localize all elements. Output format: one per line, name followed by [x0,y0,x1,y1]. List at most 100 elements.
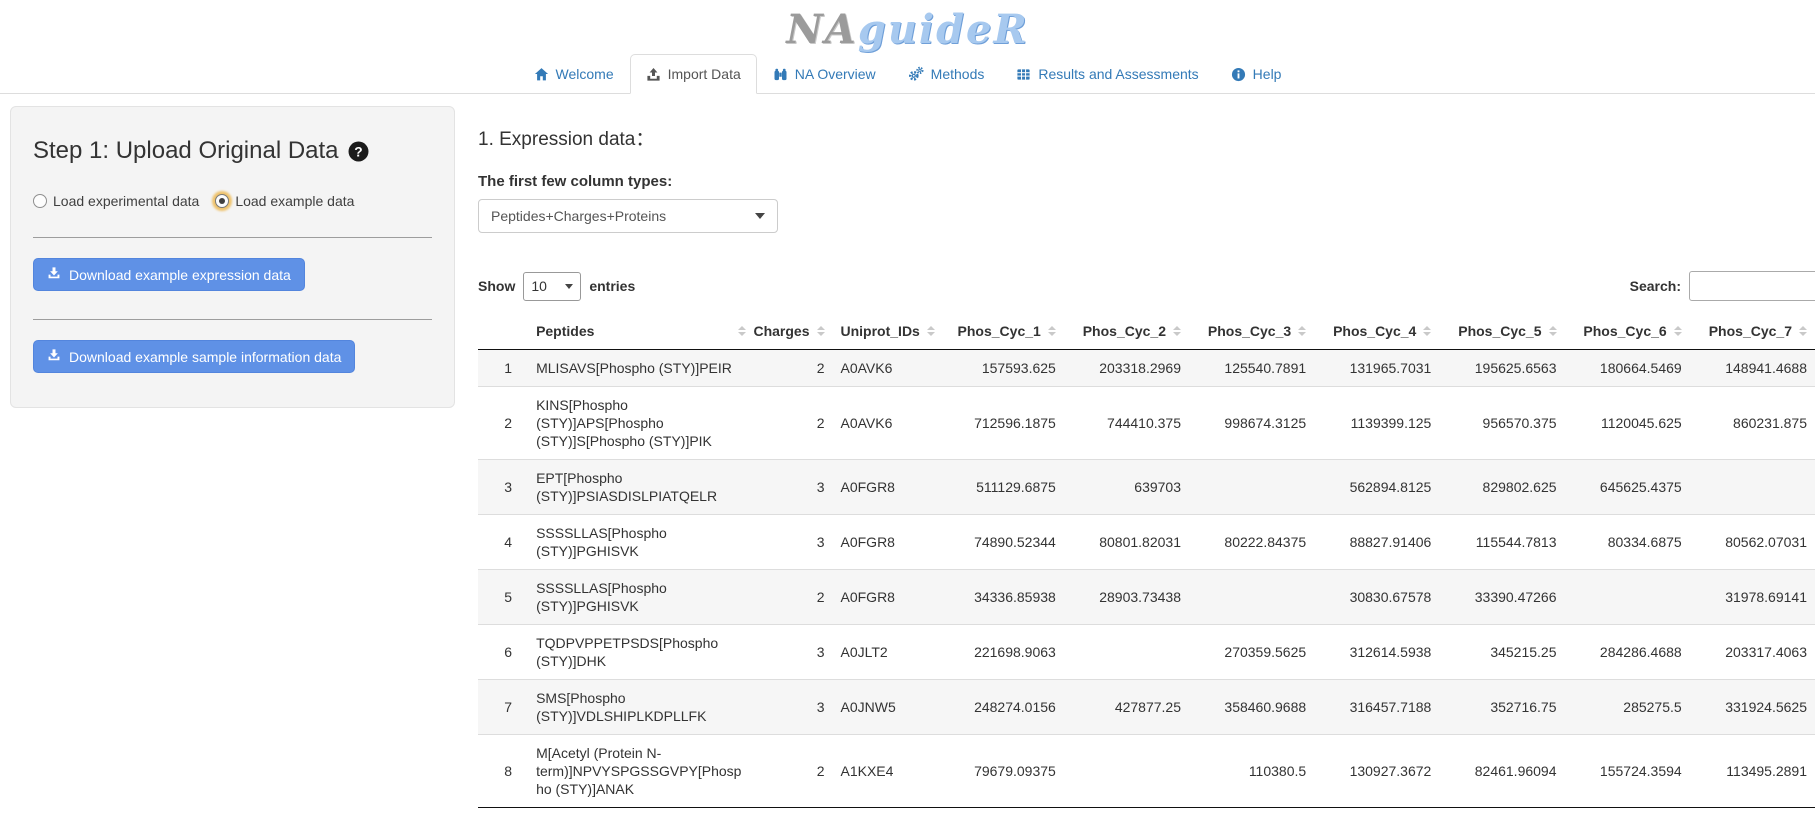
caret-down-icon [755,213,765,219]
sort-icon [817,326,825,336]
row-index: 3 [478,460,528,515]
search-input[interactable] [1689,271,1815,301]
data-source-radio-group: Load experimental data Load example data [33,193,432,209]
column-types-select[interactable]: Peptides+Charges+Proteins [478,199,778,233]
row-index: 7 [478,680,528,735]
table-cell: 712596.1875 [939,387,1064,460]
question-circle-icon[interactable]: ? [348,141,369,162]
table-cell: A0AVK6 [833,350,939,387]
home-icon [534,67,549,82]
row-index: 8 [478,735,528,808]
table-cell: A0FGR8 [833,515,939,570]
sort-icon [1799,326,1807,336]
main-nav: Welcome Import Data NA Overview Methods … [0,54,1815,94]
table-cell: 998674.3125 [1189,387,1314,460]
table-cell: 33390.47266 [1439,570,1564,625]
column-header-phos_cyc_5[interactable]: Phos_Cyc_5 [1439,313,1564,350]
column-header-label: Phos_Cyc_6 [1583,323,1666,339]
divider [33,237,432,238]
table-cell: 2 [754,735,832,808]
table-cell: 195625.6563 [1439,350,1564,387]
table-cell [1690,460,1815,515]
download-icon [47,348,61,365]
table-cell: 3 [754,515,832,570]
download-expression-button[interactable]: Download example expression data [33,258,305,291]
row-index: 2 [478,387,528,460]
download-sample-info-button[interactable]: Download example sample information data [33,340,355,373]
table-cell: 131965.7031 [1314,350,1439,387]
download-icon [47,266,61,283]
tab-methods[interactable]: Methods [892,54,1001,94]
column-header-phos_cyc_1[interactable]: Phos_Cyc_1 [939,313,1064,350]
table-cell: 358460.9688 [1189,680,1314,735]
table-cell: 125540.7891 [1189,350,1314,387]
table-cell: A0JNW5 [833,680,939,735]
radio-load-experimental[interactable]: Load experimental data [33,193,199,209]
table-row: 6TQDPVPPETPSDS[Phospho (STY)]DHK3A0JLT22… [478,625,1815,680]
sort-icon [1549,326,1557,336]
table-cell: A0JLT2 [833,625,939,680]
table-cell: 30830.67578 [1314,570,1439,625]
column-header-phos_cyc_6[interactable]: Phos_Cyc_6 [1565,313,1690,350]
show-label: Show [478,278,515,294]
table-cell: KINS[Phospho (STY)]APS[Phospho (STY)]S[P… [528,387,754,460]
table-cell: 744410.375 [1064,387,1189,460]
column-header-phos_cyc_7[interactable]: Phos_Cyc_7 [1690,313,1815,350]
row-index: 1 [478,350,528,387]
tab-help[interactable]: Help [1215,54,1298,94]
table-cell: 645625.4375 [1565,460,1690,515]
column-header-charges[interactable]: Charges [754,313,832,350]
tab-welcome[interactable]: Welcome [518,54,630,94]
datatable-controls: Show 10 entries Search: [478,271,1815,301]
column-header-label: Charges [753,323,809,339]
tab-label: Results and Assessments [1038,66,1198,82]
table-cell [1565,570,1690,625]
radio-checked-icon [215,194,229,208]
app-logo: NAguideR [0,0,1815,52]
sort-icon [1298,326,1306,336]
table-cell: 860231.875 [1690,387,1815,460]
row-index: 6 [478,625,528,680]
sort-icon [1423,326,1431,336]
column-header-phos_cyc_2[interactable]: Phos_Cyc_2 [1064,313,1189,350]
search-label: Search: [1630,278,1681,294]
column-types-label: The first few column types: [478,173,1815,190]
page-length-select[interactable]: 10 [523,272,581,301]
table-cell: 113495.2891 [1690,735,1815,808]
column-header-label: Uniprot_IDs [841,323,920,339]
column-header-phos_cyc_3[interactable]: Phos_Cyc_3 [1189,313,1314,350]
table-cell: 34336.85938 [939,570,1064,625]
table-cell: 956570.375 [1439,387,1564,460]
row-index: 4 [478,515,528,570]
tab-import-data[interactable]: Import Data [630,54,757,94]
button-label: Download example expression data [69,267,291,283]
table-row: 7SMS[Phospho (STY)]VDLSHIPLKDPLLFK3A0JNW… [478,680,1815,735]
table-cell: 562894.8125 [1314,460,1439,515]
column-header-phos_cyc_4[interactable]: Phos_Cyc_4 [1314,313,1439,350]
table-cell: 203317.4063 [1690,625,1815,680]
table-cell [1064,735,1189,808]
table-cell: 110380.5 [1189,735,1314,808]
table-cell [1189,570,1314,625]
table-cell: 331924.5625 [1690,680,1815,735]
table-cell: SMS[Phospho (STY)]VDLSHIPLKDPLLFK [528,680,754,735]
row-index: 5 [478,570,528,625]
column-header-index [478,313,528,350]
table-cell: TQDPVPPETPSDS[Phospho (STY)]DHK [528,625,754,680]
table-cell: 511129.6875 [939,460,1064,515]
column-header-label: Peptides [536,323,594,339]
sort-icon [1173,326,1181,336]
tab-results-assessments[interactable]: Results and Assessments [1000,54,1214,94]
radio-load-example[interactable]: Load example data [215,193,354,209]
table-cell: 82461.96094 [1439,735,1564,808]
table-cell: 2 [754,570,832,625]
tab-label: NA Overview [795,66,876,82]
table-cell: A0AVK6 [833,387,939,460]
panel-title: Step 1: Upload Original Data [33,137,339,165]
tab-na-overview[interactable]: NA Overview [757,54,892,94]
table-cell: 427877.25 [1064,680,1189,735]
search-control: Search: [1630,271,1815,301]
column-header-peptides[interactable]: Peptides [528,313,754,350]
page-content: Step 1: Upload Original Data ? Load expe… [0,94,1815,808]
column-header-uniprot_ids[interactable]: Uniprot_IDs [833,313,939,350]
